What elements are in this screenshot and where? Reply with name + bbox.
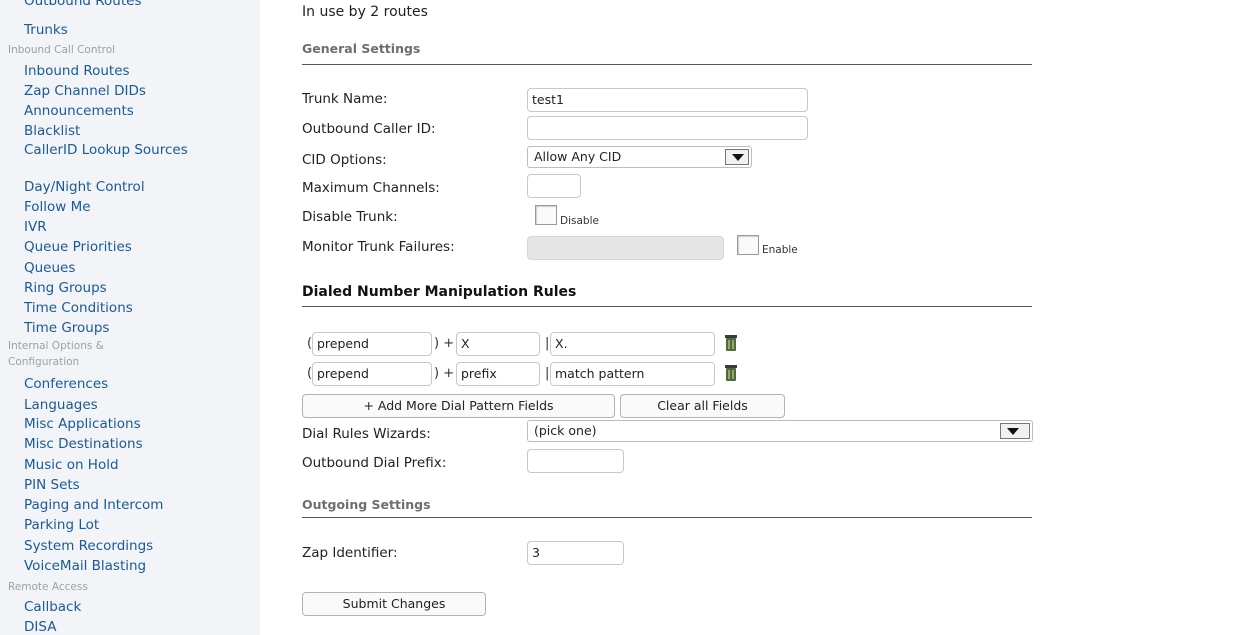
divider <box>302 64 1032 65</box>
disable-trunk-label: Disable Trunk: <box>302 209 398 225</box>
outgoing-settings-header: Outgoing Settings <box>302 497 431 512</box>
sidebar-item-ivr[interactable]: IVR <box>24 217 260 237</box>
chevron-down-icon <box>725 149 749 165</box>
divider <box>302 306 1032 307</box>
trash-icon[interactable] <box>723 364 739 382</box>
sidebar-item-time-conditions[interactable]: Time Conditions <box>24 298 260 318</box>
general-settings-header: General Settings <box>302 41 421 56</box>
prepend-input[interactable]: prepend <box>312 332 432 356</box>
prefix-input[interactable]: prefix <box>456 362 540 386</box>
trunk-edit-form: In use by 2 routes General Settings Trun… <box>260 0 1245 635</box>
disable-trunk-checkbox[interactable] <box>535 205 557 225</box>
cid-options-label: CID Options: <box>302 152 387 168</box>
match-pattern-input[interactable]: X. <box>550 332 715 356</box>
monitor-trunk-failures-input[interactable] <box>527 236 724 260</box>
sidebar-item-languages[interactable]: Languages <box>24 395 260 415</box>
sidebar-item-system-recordings[interactable]: System Recordings <box>24 536 260 556</box>
sidebar-section-inbound: Inbound Call Control <box>8 44 116 56</box>
cid-options-value: Allow Any CID <box>534 149 622 164</box>
pipe-separator: | <box>545 336 550 351</box>
sidebar-item-zap-channel-dids[interactable]: Zap Channel DIDs <box>24 81 260 101</box>
trunk-name-input[interactable]: test1 <box>527 88 808 112</box>
outbound-caller-id-label: Outbound Caller ID: <box>302 121 436 137</box>
in-use-text: In use by 2 routes <box>302 4 428 20</box>
sidebar-item-time-groups[interactable]: Time Groups <box>24 318 260 338</box>
cid-options-select[interactable]: Allow Any CID <box>527 146 752 168</box>
sidebar-item-voicemail-blasting[interactable]: VoiceMail Blasting <box>24 556 260 576</box>
sidebar-item-trunks[interactable]: Trunks <box>24 20 260 40</box>
sidebar-item-pin-sets[interactable]: PIN Sets <box>24 475 260 495</box>
sidebar-item-announcements[interactable]: Announcements <box>24 101 260 121</box>
disable-checkbox-label: Disable <box>560 215 599 227</box>
dial-rules-wizards-select[interactable]: (pick one) <box>527 420 1033 442</box>
dial-rules-wizards-value: (pick one) <box>534 423 597 438</box>
dial-rules-header: Dialed Number Manipulation Rules <box>302 284 577 300</box>
paren-close-plus: ) + <box>434 366 455 381</box>
sidebar-section-internal: Internal Options & Configuration <box>8 340 104 368</box>
divider <box>302 517 1032 518</box>
match-pattern-input[interactable]: match pattern <box>550 362 715 386</box>
enable-checkbox-label: Enable <box>762 244 798 256</box>
sidebar-item-parking-lot[interactable]: Parking Lot <box>24 515 260 535</box>
sidebar-item-day-night-control[interactable]: Day/Night Control <box>24 177 260 197</box>
sidebar-item-ring-groups[interactable]: Ring Groups <box>24 278 260 298</box>
sidebar-item-conferences[interactable]: Conferences <box>24 374 260 394</box>
sidebar-item-blacklist[interactable]: Blacklist <box>24 121 260 141</box>
sidebar-item-callerid-lookup[interactable]: CallerID Lookup Sources <box>24 142 224 178</box>
zap-identifier-input[interactable]: 3 <box>527 541 624 565</box>
outbound-dial-prefix-label: Outbound Dial Prefix: <box>302 455 447 471</box>
sidebar-item-misc-destinations[interactable]: Misc Destinations <box>24 434 260 454</box>
dial-rules-wizards-label: Dial Rules Wizards: <box>302 426 431 442</box>
maximum-channels-input[interactable] <box>527 174 581 198</box>
sidebar-item-paging-intercom[interactable]: Paging and Intercom <box>24 495 260 515</box>
maximum-channels-label: Maximum Channels: <box>302 180 440 196</box>
add-more-dial-pattern-button[interactable]: + Add More Dial Pattern Fields <box>302 394 615 418</box>
sidebar-item-misc-applications[interactable]: Misc Applications <box>24 414 260 434</box>
outbound-dial-prefix-input[interactable] <box>527 449 624 473</box>
prefix-input[interactable]: X <box>456 332 540 356</box>
zap-identifier-label: Zap Identifier: <box>302 545 398 561</box>
trash-icon[interactable] <box>723 334 739 352</box>
sidebar-item-follow-me[interactable]: Follow Me <box>24 197 260 217</box>
sidebar-item-callback[interactable]: Callback <box>24 597 260 617</box>
monitor-trunk-failures-label: Monitor Trunk Failures: <box>302 239 455 255</box>
sidebar-item-queue-priorities[interactable]: Queue Priorities <box>24 237 260 257</box>
chevron-down-icon <box>1000 423 1030 439</box>
trunk-name-label: Trunk Name: <box>302 91 388 107</box>
submit-changes-button[interactable]: Submit Changes <box>302 592 486 616</box>
sidebar-item-inbound-routes[interactable]: Inbound Routes <box>24 61 260 81</box>
sidebar-section-remote: Remote Access <box>8 581 88 593</box>
sidebar-item-disa[interactable]: DISA <box>24 617 260 635</box>
monitor-enable-checkbox[interactable] <box>737 235 759 255</box>
sidebar-item-outbound-routes[interactable]: Outbound Routes <box>24 0 260 11</box>
paren-close-plus: ) + <box>434 336 455 351</box>
pipe-separator: | <box>545 366 550 381</box>
sidebar-item-queues[interactable]: Queues <box>24 258 260 278</box>
prepend-input[interactable]: prepend <box>312 362 432 386</box>
clear-all-fields-button[interactable]: Clear all Fields <box>620 394 785 418</box>
sidebar-item-music-on-hold[interactable]: Music on Hold <box>24 455 260 475</box>
outbound-caller-id-input[interactable] <box>527 116 808 140</box>
sidebar-nav: Outbound Routes Trunks Inbound Call Cont… <box>0 0 260 635</box>
